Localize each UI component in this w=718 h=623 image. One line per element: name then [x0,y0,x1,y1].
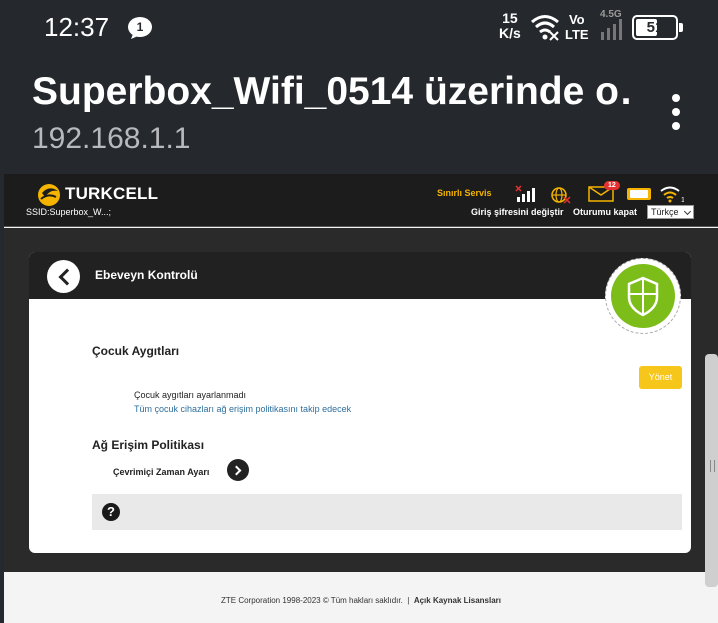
clock: 12:37 [44,12,110,42]
speed-value: 15 [502,10,518,26]
page-title[interactable]: Superbox_Wifi_0514 üzerinde o… [32,70,632,114]
parental-control-card: Ebeveyn Kontrolü Çocuk Aygıtları Çocuk a… [29,252,691,553]
brand-name: TURKCELL [65,184,159,203]
mail-count-badge: 12 [604,181,620,190]
svg-text:1: 1 [681,197,684,203]
scrollbar[interactable] [705,354,718,587]
router-header: TURKCELL SSID:Superbox_W...; Sınırlı Ser… [4,174,718,227]
web-page: TURKCELL SSID:Superbox_W...; Sınırlı Ser… [4,174,718,623]
limited-service-label: Sınırlı Servis [437,188,492,198]
shield-icon [627,276,659,317]
network-speed: 15 K/s [499,11,521,41]
chat-notification-icon: 1 [128,17,152,39]
footer-separator: | [407,596,410,605]
volte-bottom: LTE [565,27,589,42]
help-icon[interactable]: ? [102,503,120,521]
child-devices-info: Tüm çocuk cihazları ağ erişim politikası… [134,404,352,414]
page-url[interactable]: 192.168.1.1 [32,122,190,156]
ssid-label: SSID:Superbox_W...; [26,207,112,217]
change-password-link[interactable]: Giriş şifresini değiştir [471,207,564,217]
wifi-icon [531,15,559,41]
sim-card-icon[interactable] [626,187,652,201]
logout-link[interactable]: Oturumu kapat [573,207,637,217]
shield-badge [605,258,681,334]
speed-unit: K/s [499,25,521,41]
access-policy-title: Ağ Erişim Politikası [92,438,205,452]
wifi-status-icon[interactable]: 1 [660,185,684,203]
app-bar: Superbox_Wifi_0514 üzerinde o… 192.168.1… [0,56,718,174]
signal-icon [601,19,622,40]
child-devices-title: Çocuk Aygıtları [92,344,180,358]
card-title: Ebeveyn Kontrolü [95,268,198,282]
copyright-text: ZTE Corporation 1998-2023 © Tüm hakları … [221,596,403,605]
online-time-arrow-button[interactable] [227,459,249,481]
child-devices-status: Çocuk aygıtları ayarlanmadı [134,390,247,400]
globe-icon[interactable] [550,186,572,204]
battery-icon: 51 [632,15,678,40]
help-panel: ? [92,494,682,530]
language-select[interactable]: Türkçe [647,205,694,219]
back-button[interactable] [47,260,80,293]
more-options-icon[interactable] [664,92,688,132]
volte-indicator: Vo LTE [565,12,589,42]
manage-button[interactable]: Yönet [639,366,682,389]
signal-strength-icon[interactable] [515,185,535,203]
open-source-licenses-link[interactable]: Açık Kaynak Lisansları [414,596,501,605]
card-header: Ebeveyn Kontrolü [29,252,691,299]
online-time-label: Çevrimiçi Zaman Ayarı [113,467,210,477]
page-footer: ZTE Corporation 1998-2023 © Tüm hakları … [4,596,718,605]
battery-tip [679,23,683,32]
battery-level: 51 [646,19,664,36]
status-bar: 12:37 1 15 K/s Vo LTE 4.5G 51 [0,0,718,56]
notification-count: 1 [137,20,144,34]
volte-top: Vo [568,12,585,27]
